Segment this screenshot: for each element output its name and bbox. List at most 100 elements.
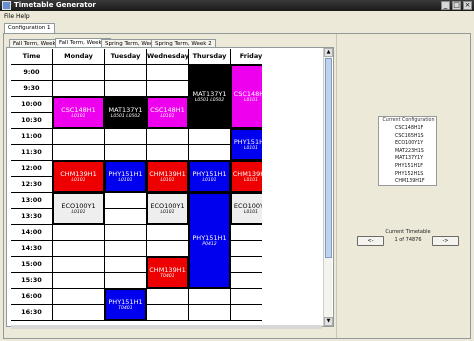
grid-cell[interactable]	[189, 145, 231, 161]
grid-cell[interactable]	[147, 305, 189, 321]
grid-cell[interactable]	[147, 129, 189, 145]
grid-cell[interactable]	[53, 225, 105, 241]
grid-cell[interactable]	[147, 241, 189, 257]
configuration-item[interactable]: CSC165H1S	[395, 133, 425, 141]
time-column-header: Time	[11, 49, 53, 65]
grid-cell[interactable]	[105, 145, 147, 161]
course-block[interactable]: CHM139H1L0101	[231, 161, 262, 192]
grid-cell[interactable]	[189, 129, 231, 145]
course-section: T0401	[160, 274, 175, 279]
configuration-item[interactable]: PHY151H1F	[395, 163, 425, 171]
course-block[interactable]: CSC148H1L0101	[231, 65, 262, 128]
course-section: L0101	[118, 178, 133, 183]
grid-cell[interactable]	[105, 257, 147, 273]
time-slot-label: 9:00	[11, 65, 53, 81]
grid-cell[interactable]	[53, 65, 105, 81]
scroll-up-icon[interactable]: ▲	[324, 48, 333, 57]
timetable-counter: 1 of 74876	[394, 237, 422, 243]
course-code: CSC148H1	[233, 90, 262, 98]
grid-cell[interactable]	[105, 129, 147, 145]
grid-cell[interactable]	[231, 305, 262, 321]
course-block[interactable]: ECO100Y1L0101	[231, 193, 262, 224]
grid-cell[interactable]	[53, 145, 105, 161]
course-block[interactable]: CSC148H1L0101	[53, 97, 104, 128]
course-code: ECO100Y1	[150, 202, 185, 210]
course-block[interactable]: MAT137Y1 L0501 L0502	[189, 65, 230, 128]
time-slot-label: 10:30	[11, 113, 53, 129]
course-block[interactable]: ECO100Y1L0101	[53, 193, 104, 224]
minimize-button[interactable]: _	[441, 1, 450, 10]
grid-cell[interactable]	[231, 289, 262, 305]
course-block[interactable]: PHY151H1 T0401	[105, 289, 146, 320]
grid-cell[interactable]	[105, 241, 147, 257]
course-section: L0101	[244, 146, 258, 151]
grid-cell[interactable]	[189, 289, 231, 305]
menu-file[interactable]: File	[4, 11, 14, 22]
grid-cell[interactable]	[53, 289, 105, 305]
grid-cell[interactable]	[147, 81, 189, 97]
previous-timetable-button[interactable]: <-	[357, 236, 384, 246]
course-block[interactable]: PHY151H1L0101	[189, 161, 230, 192]
course-code: CHM139H1	[149, 170, 186, 178]
grid-cell[interactable]	[147, 145, 189, 161]
grid-cell[interactable]	[53, 305, 105, 321]
configuration-item[interactable]: MAT223H1S	[395, 148, 425, 156]
grid-cell[interactable]	[53, 241, 105, 257]
time-slot-label: 11:30	[11, 145, 53, 161]
course-section: L0101	[160, 210, 175, 215]
course-code: PHY151H1	[108, 298, 143, 306]
maximize-button[interactable]: □	[452, 1, 461, 10]
menu-help[interactable]: Help	[16, 11, 30, 22]
course-block[interactable]: PHY151H1L0101	[105, 161, 146, 192]
course-code: MAT137Y1	[192, 90, 227, 98]
configuration-item[interactable]: PHY152H1S	[395, 171, 425, 179]
grid-cell[interactable]	[105, 209, 147, 225]
course-section: P0412	[202, 242, 217, 247]
day-header: Monday	[53, 49, 105, 65]
course-section: L0501 L0502	[110, 114, 141, 119]
day-header: Wednesday	[147, 49, 189, 65]
grid-cell[interactable]	[189, 305, 231, 321]
day-header: Tuesday	[105, 49, 147, 65]
time-slot-label: 13:00	[11, 193, 53, 209]
close-button[interactable]: ×	[463, 1, 472, 10]
grid-cell[interactable]	[231, 241, 262, 257]
grid-cell[interactable]	[147, 225, 189, 241]
grid-cell[interactable]	[105, 225, 147, 241]
panel-divider	[336, 34, 337, 338]
grid-cell[interactable]	[105, 193, 147, 209]
grid-cell[interactable]	[147, 65, 189, 81]
grid-cell[interactable]	[231, 273, 262, 289]
course-block[interactable]: PHY151H1L0101	[231, 129, 262, 160]
course-block[interactable]: CHM139H1L0101	[53, 161, 104, 192]
course-block[interactable]: MAT137Y1 L0501 L0502	[105, 97, 146, 128]
course-block[interactable]: ECO100Y1L0101	[147, 193, 188, 224]
grid-cell[interactable]	[53, 257, 105, 273]
configuration-item[interactable]: CHM139H1F	[395, 178, 425, 186]
scroll-thumb[interactable]	[325, 58, 332, 258]
course-code: ECO100Y1	[61, 202, 96, 210]
grid-cell[interactable]	[53, 81, 105, 97]
grid-cell[interactable]	[105, 273, 147, 289]
course-block[interactable]: CHM139H1 T0401	[147, 257, 188, 288]
configuration-item[interactable]: CSC148H1F	[395, 125, 425, 133]
course-section: L0501 L0502	[194, 98, 225, 103]
configuration-item[interactable]: MAT137Y1Y	[395, 155, 425, 163]
course-code: CHM139H1	[60, 170, 97, 178]
grid-cell[interactable]	[105, 81, 147, 97]
course-block[interactable]: PHY151H1 P0412	[189, 193, 230, 288]
next-timetable-button[interactable]: ->	[432, 236, 459, 246]
time-slot-label: 13:30	[11, 209, 53, 225]
grid-cell[interactable]	[105, 65, 147, 81]
grid-cell[interactable]	[231, 257, 262, 273]
vertical-scrollbar[interactable]: ▲ ▼	[323, 48, 333, 326]
horizontal-scrollbar[interactable]	[11, 325, 322, 329]
grid-cell[interactable]	[53, 129, 105, 145]
grid-cell[interactable]	[231, 225, 262, 241]
course-block[interactable]: CHM139H1L0101	[147, 161, 188, 192]
grid-cell[interactable]	[147, 289, 189, 305]
configuration-item[interactable]: ECO100Y1Y	[395, 140, 425, 148]
scroll-down-icon[interactable]: ▼	[324, 317, 333, 326]
course-block[interactable]: CSC148H1L0101	[147, 97, 188, 128]
grid-cell[interactable]	[53, 273, 105, 289]
